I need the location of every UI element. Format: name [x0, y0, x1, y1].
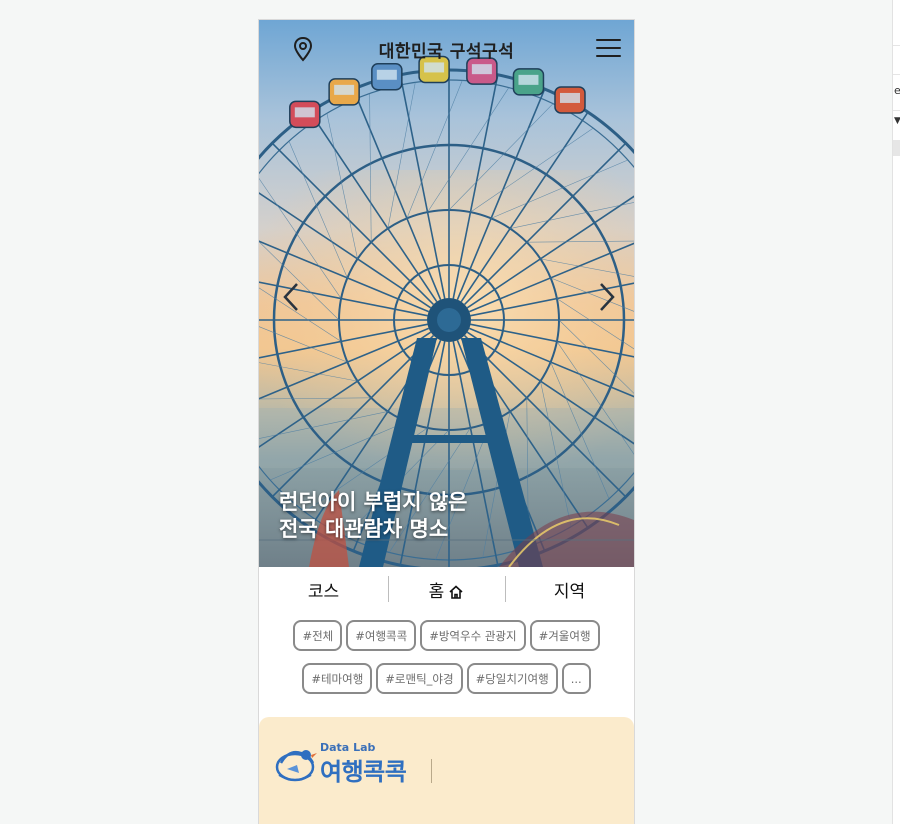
hashtag-all[interactable]: #전체: [293, 620, 343, 651]
hashtag-safe-tourism[interactable]: #방역우수 관광지: [420, 620, 526, 651]
gondola: [328, 78, 360, 106]
gondola: [554, 86, 586, 114]
logo-divider: [431, 759, 432, 783]
tab-region-label: 지역: [553, 581, 586, 602]
page-title[interactable]: 대한민국 구석구석: [339, 37, 554, 62]
hero-caption-line1: 런던아이 부럽지 않은: [279, 490, 468, 514]
home-icon: [449, 585, 463, 599]
hashtag-list: #전체 #여행콕콕 #방역우수 관광지 #겨울여행 #테마여행 #로맨틱_야경 …: [259, 620, 634, 706]
tab-course-label: 코스: [307, 581, 340, 602]
side-letter-e: e: [894, 84, 900, 97]
hashtag-day-trip[interactable]: #당일치기여행: [466, 663, 558, 694]
tab-home[interactable]: 홈: [388, 567, 505, 611]
hashtag-winter-travel[interactable]: #겨울여행: [529, 620, 600, 651]
ferris-wheel-image: [259, 55, 634, 567]
side-divider: [893, 45, 900, 46]
hashtag-romantic-night[interactable]: #로맨틱_야경: [376, 663, 463, 694]
bird-logo-icon: [275, 750, 317, 782]
hero-banner[interactable]: 대한민국 구석구석 런던아이 부럽지 않은 전국 대관람차 명소: [259, 20, 634, 567]
top-bar: 대한민국 구석구석: [259, 20, 634, 78]
tab-home-label: 홈: [428, 581, 445, 602]
hashtag-row: #테마여행 #로맨틱_야경 #당일치기여행 ...: [259, 663, 634, 694]
hamburger-menu-icon[interactable]: [596, 39, 621, 59]
hashtag-row: #전체 #여행콕콕 #방역우수 관광지 #겨울여행: [259, 620, 634, 651]
map-pin-icon[interactable]: [291, 36, 315, 62]
hashtag-theme-travel[interactable]: #테마여행: [302, 663, 373, 694]
hero-caption-line2: 전국 대관람차 명소: [279, 517, 449, 541]
main-tabs: 코스 홈 지역: [259, 567, 634, 611]
side-divider: [893, 110, 900, 111]
browser-side-strip: e ▼: [892, 0, 900, 824]
side-gray-block: [893, 140, 900, 156]
side-dropdown-icon[interactable]: ▼: [894, 116, 900, 126]
hashtag-more-button[interactable]: ...: [561, 663, 591, 694]
datalab-banner[interactable]: Data Lab 여행콕콕: [259, 717, 634, 824]
hashtag-travel-kokkok[interactable]: #여행콕콕: [346, 620, 417, 651]
chevron-left-icon[interactable]: [279, 280, 303, 314]
logo-title: 여행콕콕: [320, 758, 407, 786]
hero-caption[interactable]: 런던아이 부럽지 않은 전국 대관람차 명소: [279, 489, 468, 543]
tab-course[interactable]: 코스: [259, 567, 388, 611]
tab-region[interactable]: 지역: [505, 567, 634, 611]
side-divider: [893, 74, 900, 75]
gondola: [289, 100, 321, 129]
chevron-right-icon[interactable]: [595, 280, 619, 314]
mobile-page: 대한민국 구석구석 런던아이 부럽지 않은 전국 대관람차 명소 코스 홈 지역…: [258, 19, 635, 824]
